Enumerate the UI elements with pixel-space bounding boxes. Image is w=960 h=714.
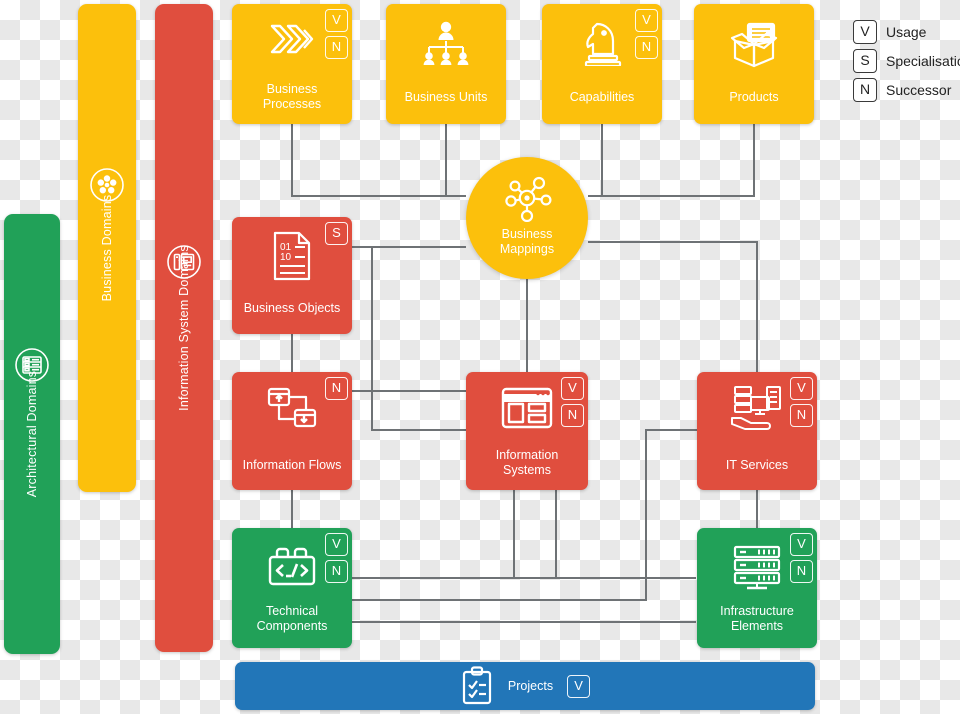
legend-key: N [853, 78, 877, 102]
badge-usage[interactable]: V [325, 533, 348, 556]
wire-left-bus-to-information-systems [371, 247, 466, 431]
data-exchange-icon [266, 386, 318, 432]
legend-specialisation: S Specialisation [853, 49, 960, 73]
domain-bar-architectural-domains[interactable]: Architectural Domains [4, 214, 60, 654]
card-it-services[interactable]: IT Services V N [697, 372, 817, 490]
card-badges: V N [790, 533, 813, 583]
domain-bar-information-system-domains[interactable]: Information System Domains [155, 4, 213, 652]
badge-successor[interactable]: N [325, 377, 348, 400]
badge-usage[interactable]: V [325, 9, 348, 32]
card-badges: V N [790, 377, 813, 427]
badge-usage[interactable]: V [790, 533, 813, 556]
badge-usage[interactable]: V [635, 9, 658, 32]
legend-label: Usage [886, 24, 927, 40]
card-label: Business Units [404, 90, 488, 104]
card-badges: V N [635, 9, 658, 59]
domain-bar-label: Information System Domains [177, 245, 191, 411]
binary-document-icon: 01 10 [271, 231, 313, 281]
card-label: Technical Components [256, 604, 328, 633]
wire-information-systems-to-technical-components [352, 490, 515, 579]
card-capabilities[interactable]: Capabilities V N [542, 4, 662, 124]
org-chart-icon [419, 20, 473, 66]
badge-usage[interactable]: V [790, 377, 813, 400]
domain-bar-label: Architectural Domains [25, 370, 39, 498]
projects-bar[interactable]: Projects V [235, 662, 815, 710]
card-products[interactable]: Products [694, 4, 814, 124]
card-infrastructure-elements[interactable]: Infrastructure Elements V N [697, 528, 817, 648]
server-rack-icon [731, 544, 783, 592]
card-information-flows[interactable]: Information Flows N [232, 372, 352, 490]
badge-successor[interactable]: N [790, 404, 813, 427]
card-information-systems[interactable]: Information Systems V N [466, 372, 588, 490]
card-label: Capabilities [569, 90, 635, 104]
app-window-icon [500, 386, 554, 430]
card-label: Business Processes [262, 82, 322, 111]
network-nodes-icon [500, 174, 554, 227]
card-badges: V N [325, 533, 348, 583]
projects-label: Projects [507, 679, 554, 693]
legend-usage: V Usage [853, 20, 960, 44]
svg-text:10: 10 [280, 252, 292, 263]
chevrons-icon [264, 18, 320, 60]
hand-server-icon [729, 384, 785, 432]
badge-usage[interactable]: V [561, 377, 584, 400]
architecture-diagram-canvas: Architectural Domains Business Domains I… [0, 0, 960, 714]
badge-specialisation[interactable]: S [325, 222, 348, 245]
hub-business-mappings[interactable]: Business Mappings [466, 157, 588, 279]
card-label: Products [729, 90, 779, 104]
clipboard-check-icon [460, 666, 494, 706]
legend-label: Specialisation [886, 53, 960, 69]
badge-successor[interactable]: N [325, 560, 348, 583]
card-label: Infrastructure Elements [720, 604, 794, 633]
hub-label: Business Mappings [499, 227, 555, 256]
badge-successor[interactable]: N [325, 36, 348, 59]
badge-successor[interactable]: N [635, 36, 658, 59]
code-brick-icon [264, 546, 320, 588]
legend-key: V [853, 20, 877, 44]
card-label: Business Objects [243, 301, 341, 315]
card-business-objects[interactable]: 01 10 Business Objects S [232, 217, 352, 334]
open-box-icon [726, 22, 782, 68]
wire-products-to-hub [588, 124, 755, 197]
wire-hub-to-it-services [588, 241, 758, 372]
legend-key: S [853, 49, 877, 73]
card-technical-components[interactable]: Technical Components V N [232, 528, 352, 648]
card-business-units[interactable]: Business Units [386, 4, 506, 124]
chess-knight-icon [579, 18, 625, 66]
wire-business-processes-to-hub [291, 124, 466, 197]
legend-label: Successor [886, 82, 952, 98]
legend: V Usage S Specialisation N Successor [853, 20, 960, 107]
card-label: IT Services [725, 458, 789, 472]
card-badges: V N [561, 377, 584, 427]
card-business-processes[interactable]: Business Processes V N [232, 4, 352, 124]
wire-information-systems-to-right-bus [555, 490, 646, 579]
domain-bar-business-domains[interactable]: Business Domains [78, 4, 136, 492]
card-badges: N [325, 377, 348, 400]
card-label: Information Flows [242, 458, 342, 472]
badge-usage[interactable]: V [567, 674, 591, 698]
badge-successor[interactable]: N [561, 404, 584, 427]
card-badges: S [325, 222, 348, 245]
card-badges: V N [325, 9, 348, 59]
legend-successor: N Successor [853, 78, 960, 102]
domain-bar-label: Business Domains [100, 194, 114, 302]
card-label: Information Systems [495, 448, 559, 477]
badge-successor[interactable]: N [790, 560, 813, 583]
